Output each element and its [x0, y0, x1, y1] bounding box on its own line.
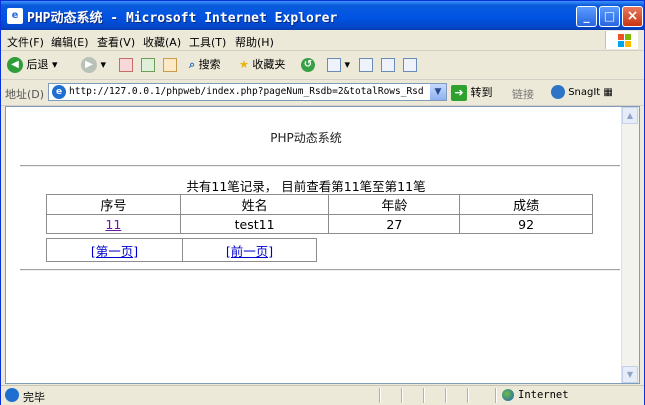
ie-icon: e	[7, 8, 23, 24]
home-button[interactable]	[163, 56, 177, 74]
status-divider	[379, 388, 381, 403]
history-icon: ↺	[301, 58, 315, 72]
cell-id: 11	[46, 214, 181, 234]
minimize-icon[interactable]: _	[576, 6, 597, 27]
pager-row: [第一页] [前一页]	[46, 238, 317, 262]
cell-name: test11	[179, 214, 330, 234]
status-text: 完毕	[23, 391, 45, 404]
page-icon: e	[52, 85, 66, 99]
prev-page-link[interactable]: [前一页]	[226, 244, 273, 259]
records-table: 序号 姓名 年龄 成绩 11 test11 27 92	[46, 194, 593, 234]
header-name: 姓名	[179, 194, 330, 215]
forward-button[interactable]: ▶ ▾	[81, 56, 106, 74]
messenger-icon	[403, 58, 417, 72]
record-summary: 共有11笔记录， 目前查看第11笔至第11笔	[186, 179, 426, 194]
page-title: PHP动态系统	[270, 131, 342, 145]
address-bar: 地址(D) e http://127.0.0.1/phpweb/index.ph…	[1, 80, 644, 106]
window-title: PHP动态系统 - Microsoft Internet Explorer	[27, 11, 338, 26]
go-arrow-icon: ➜	[451, 85, 467, 101]
divider-top	[20, 165, 620, 167]
status-divider	[467, 388, 469, 403]
cell-score: 92	[459, 214, 593, 234]
mail-icon	[327, 58, 341, 72]
stop-button[interactable]	[119, 56, 133, 74]
address-label: 地址(D)	[5, 88, 45, 101]
ie-window: e PHP动态系统 - Microsoft Internet Explorer …	[0, 0, 645, 405]
menu-tools[interactable]: 工具(T)	[189, 34, 226, 50]
back-label: 后退	[26, 58, 49, 71]
favorites-label: 收藏夹	[252, 58, 286, 71]
header-age: 年龄	[328, 194, 461, 215]
pager-table: [第一页] [前一页]	[46, 238, 317, 262]
menu-edit[interactable]: 编辑(E)	[51, 34, 89, 50]
address-input[interactable]: e http://127.0.0.1/phpweb/index.php?page…	[48, 83, 447, 101]
snagit-capture-icon[interactable]: ▦	[603, 87, 612, 98]
status-divider	[423, 388, 425, 403]
refresh-icon	[141, 58, 155, 72]
menu-view[interactable]: 查看(V)	[97, 34, 135, 50]
status-bar: 完毕 Internet	[1, 385, 644, 405]
status-divider	[401, 388, 403, 403]
history-button[interactable]: ↺	[301, 56, 315, 74]
title-bar: e PHP动态系统 - Microsoft Internet Explorer …	[1, 1, 644, 30]
close-icon[interactable]: ×	[622, 6, 643, 27]
header-score: 成绩	[459, 194, 593, 215]
favorites-button[interactable]: ★ 收藏夹	[239, 56, 285, 74]
security-zone: Internet	[518, 389, 569, 401]
page-done-icon	[5, 388, 19, 402]
snagit-icon	[551, 85, 565, 99]
edit-icon	[381, 58, 395, 72]
favorites-icon: ★	[239, 58, 249, 71]
record-link[interactable]: 11	[105, 217, 121, 232]
toolbar: ◀ 后退 ▾ ▶ ▾ ⌕ 搜索 ★ 收藏夹 ↺ ▾	[1, 51, 644, 80]
menu-favorites[interactable]: 收藏(A)	[143, 34, 181, 50]
stop-icon	[119, 58, 133, 72]
chevron-down-icon[interactable]: ▼	[430, 84, 446, 100]
cell-age: 27	[328, 214, 461, 234]
divider-bottom	[20, 269, 620, 271]
menu-file[interactable]: 文件(F)	[7, 34, 44, 50]
go-button[interactable]: ➜ 转到	[451, 84, 493, 101]
header-id: 序号	[46, 194, 181, 215]
print-icon	[359, 58, 373, 72]
pager-prev-cell: [前一页]	[182, 238, 317, 262]
table-header-row: 序号 姓名 年龄 成绩	[46, 194, 593, 215]
table-row: 11 test11 27 92	[46, 214, 593, 234]
back-icon: ◀	[7, 57, 23, 73]
menu-bar: 文件(F) 编辑(E) 查看(V) 收藏(A) 工具(T) 帮助(H)	[1, 30, 644, 51]
status-divider	[495, 388, 497, 403]
globe-icon	[502, 389, 514, 401]
menu-help[interactable]: 帮助(H)	[235, 34, 274, 50]
status-divider	[445, 388, 447, 403]
search-label: 搜索	[198, 58, 221, 71]
messenger-button[interactable]	[403, 56, 417, 74]
first-page-link[interactable]: [第一页]	[91, 244, 138, 259]
snagit-button[interactable]: SnagIt ▦	[551, 85, 613, 99]
scroll-down-icon[interactable]: ▼	[622, 366, 638, 383]
refresh-button[interactable]	[141, 56, 155, 74]
windows-logo-icon	[605, 31, 638, 49]
home-icon	[163, 58, 177, 72]
maximize-icon[interactable]: □	[599, 6, 620, 27]
edit-button[interactable]	[381, 56, 395, 74]
page-content: PHP动态系统 共有11笔记录， 目前查看第11笔至第11笔 序号 姓名 年龄 …	[5, 106, 640, 384]
vertical-scrollbar[interactable]: ▲ ▼	[621, 107, 639, 383]
forward-icon: ▶	[81, 57, 97, 73]
scroll-up-icon[interactable]: ▲	[622, 107, 638, 124]
back-button[interactable]: ◀ 后退 ▾	[7, 56, 58, 74]
print-button[interactable]	[359, 56, 373, 74]
links-label[interactable]: 链接	[512, 86, 534, 102]
search-icon: ⌕	[189, 58, 196, 71]
mail-button[interactable]: ▾	[327, 56, 350, 74]
search-button[interactable]: ⌕ 搜索	[189, 56, 221, 74]
go-label: 转到	[470, 86, 493, 99]
pager-first-cell: [第一页]	[46, 238, 183, 262]
snagit-label: SnagIt	[568, 87, 601, 98]
address-url: http://127.0.0.1/phpweb/index.php?pageNu…	[69, 86, 423, 97]
